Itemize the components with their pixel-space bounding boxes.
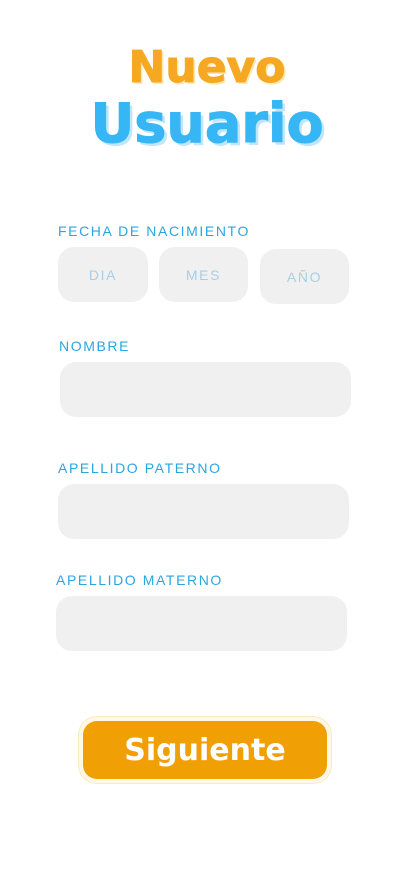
first-name-label: NOMBRE	[59, 338, 131, 354]
maternal-surname-input[interactable]	[56, 596, 347, 651]
birth-year-input[interactable]	[260, 249, 349, 304]
birth-month-input[interactable]	[159, 247, 248, 302]
birth-day-input[interactable]	[58, 247, 148, 302]
next-button[interactable]: Siguiente	[83, 721, 327, 779]
page-title-line1: Nuevo	[128, 42, 286, 94]
birthdate-label: FECHA DE NACIMIENTO	[58, 223, 250, 239]
paternal-surname-label: APELLIDO PATERNO	[58, 460, 222, 476]
maternal-surname-label: APELLIDO MATERNO	[56, 572, 223, 588]
page-title-line2: Usuario	[90, 92, 324, 156]
paternal-surname-input[interactable]	[58, 484, 349, 539]
first-name-input[interactable]	[60, 362, 351, 417]
